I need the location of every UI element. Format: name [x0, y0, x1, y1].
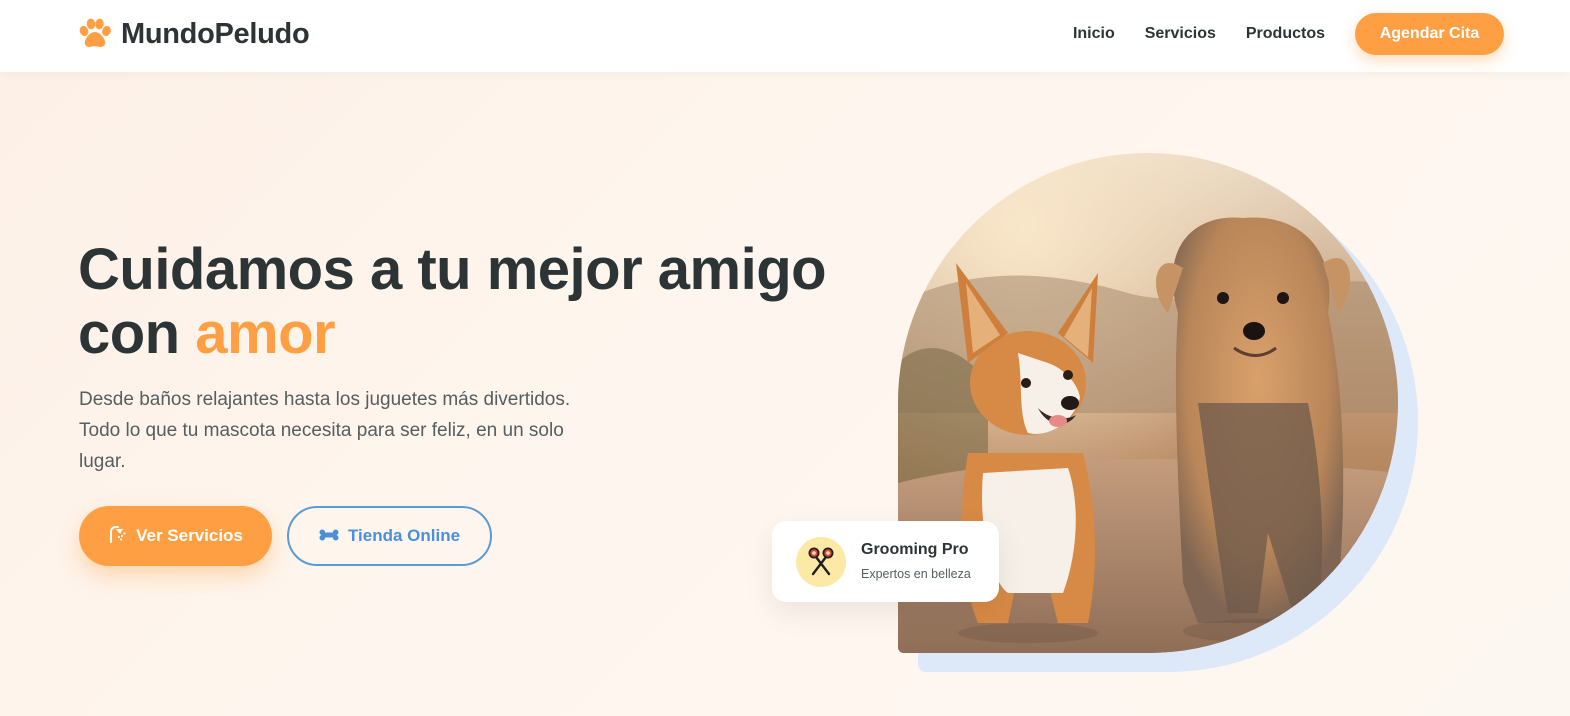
view-services-button[interactable]: Ver Servicios: [79, 506, 272, 566]
nav-link-servicios[interactable]: Servicios: [1145, 25, 1216, 43]
hero-title-accent: amor: [195, 301, 336, 366]
view-services-label: Ver Servicios: [136, 526, 243, 545]
badge-card-subtitle: Expertos en belleza: [861, 567, 971, 581]
grooming-badge-card: Grooming Pro Expertos en belleza: [772, 521, 999, 602]
bone-icon: [319, 526, 339, 546]
online-store-button[interactable]: Tienda Online: [287, 506, 492, 566]
badge-card-title: Grooming Pro: [861, 541, 969, 558]
nav-link-inicio[interactable]: Inicio: [1073, 25, 1115, 43]
badge-card-text: Grooming Pro Expertos en belleza: [861, 539, 971, 584]
hero-title-main: Cuidamos a tu mejor amigo con: [78, 237, 827, 366]
brand-name: MundoPeludo: [121, 17, 310, 50]
site-header: MundoPeludo Inicio Servicios Productos A…: [0, 0, 1570, 72]
logo[interactable]: MundoPeludo: [78, 16, 310, 52]
online-store-label: Tienda Online: [347, 526, 461, 545]
main-nav: Inicio Servicios Productos Agendar Cita: [1073, 13, 1504, 55]
paw-icon: [78, 18, 112, 50]
shower-icon: [108, 525, 128, 548]
hero-subtitle: Desde baños relajantes hasta los juguete…: [79, 389, 571, 472]
nav-link-productos[interactable]: Productos: [1246, 25, 1325, 43]
book-appointment-button[interactable]: Agendar Cita: [1355, 13, 1504, 55]
hero-title: Cuidamos a tu mejor amigo con amor: [78, 238, 838, 366]
scissors-icon: [796, 536, 846, 587]
